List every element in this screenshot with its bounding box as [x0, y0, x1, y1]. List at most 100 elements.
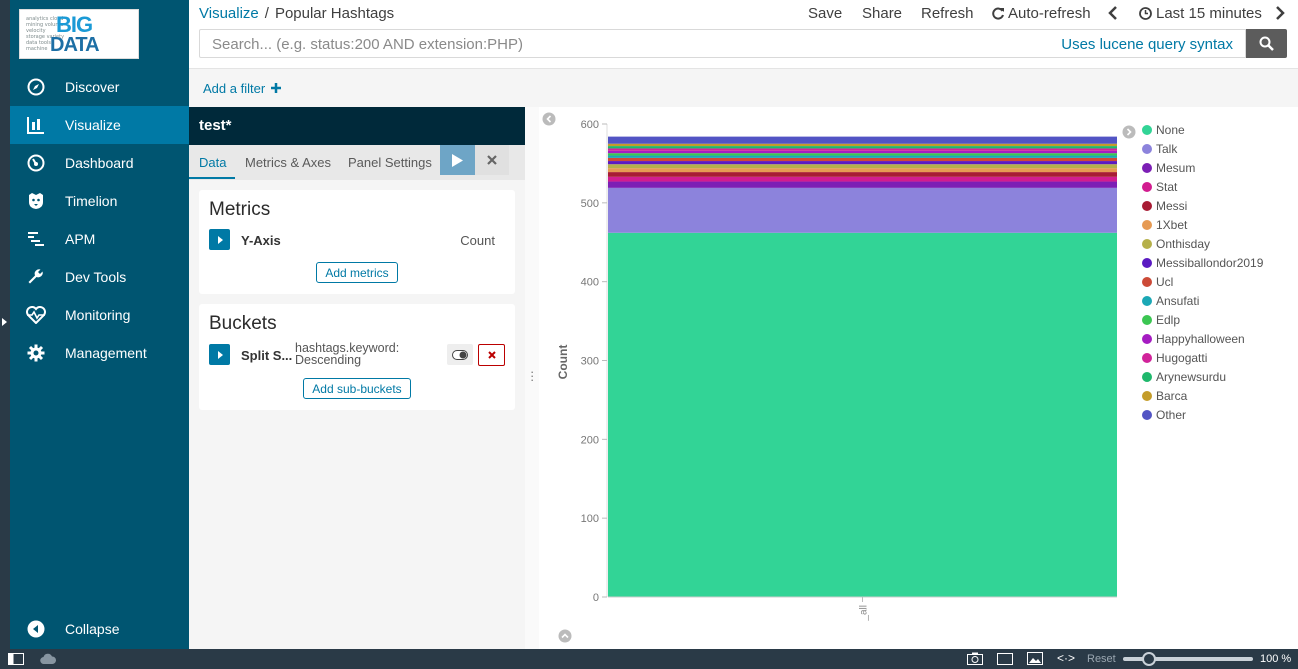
legend-item[interactable]: Onthisday — [1142, 234, 1210, 253]
legend-item[interactable]: Arynewsurdu — [1142, 367, 1226, 386]
time-prev-button[interactable] — [1108, 6, 1118, 24]
metric-agg-value: Count — [460, 233, 495, 248]
add-sub-buckets-button[interactable]: Add sub-buckets — [303, 378, 411, 399]
bar-chart-icon — [26, 115, 46, 135]
sidebar-item-dev-tools[interactable]: Dev Tools — [10, 258, 189, 296]
breadcrumb-visualize-link[interactable]: Visualize — [199, 5, 259, 22]
camera-icon[interactable] — [967, 652, 983, 668]
tab-panel-settings[interactable]: Panel Settings — [348, 155, 432, 170]
legend-dot-icon — [1142, 219, 1152, 230]
bar-segment-1xbet[interactable] — [608, 168, 1117, 173]
y-tick-label: 100 — [581, 513, 599, 525]
bar-segment-happyhalloween[interactable] — [608, 150, 1117, 154]
sidebar-item-management[interactable]: Management — [10, 334, 189, 372]
bar-segment-stat[interactable] — [608, 176, 1117, 182]
bar-segment-onthisday[interactable] — [608, 164, 1117, 169]
arrows-icon[interactable]: <·> — [1057, 651, 1075, 665]
legend-dot-icon — [1142, 295, 1152, 306]
bar-segment-talk[interactable] — [608, 187, 1117, 233]
auto-refresh-button[interactable]: Auto-refresh — [991, 5, 1091, 22]
bar-segment-ansufati[interactable] — [608, 155, 1117, 158]
tab-data[interactable]: Data — [199, 155, 226, 170]
legend-item[interactable]: Other — [1142, 405, 1186, 424]
clock-icon — [1139, 7, 1152, 20]
image-icon[interactable] — [1027, 652, 1043, 668]
sidebar-item-timelion[interactable]: Timelion — [10, 182, 189, 220]
apm-icon — [26, 229, 46, 249]
legend-item[interactable]: None — [1142, 120, 1185, 139]
bar-segment-ucl[interactable] — [608, 157, 1117, 162]
lucene-syntax-link[interactable]: Uses lucene query syntax — [1061, 36, 1233, 53]
legend-item[interactable]: Barca — [1142, 386, 1187, 405]
sidebar-item-label: Timelion — [65, 193, 118, 209]
sidebar-item-label: Dashboard — [65, 155, 134, 171]
play-icon — [452, 153, 463, 167]
left-edge-panel — [0, 0, 10, 649]
resize-handle[interactable]: · · · — [525, 107, 539, 649]
legend-item[interactable]: Hugogatti — [1142, 348, 1207, 367]
discard-changes-button[interactable] — [475, 145, 509, 175]
share-button[interactable]: Share — [862, 5, 902, 22]
refresh-button[interactable]: Refresh — [921, 5, 974, 22]
toggle-bucket-button[interactable] — [447, 344, 473, 365]
y-tick-label: 0 — [593, 592, 599, 604]
save-button[interactable]: Save — [808, 5, 842, 22]
search-input[interactable] — [212, 36, 1012, 53]
expand-arrow-icon[interactable] — [2, 318, 7, 326]
bar-segment-barca[interactable] — [608, 143, 1117, 147]
search-button[interactable] — [1246, 29, 1287, 58]
time-picker-button[interactable]: Last 15 minutes — [1139, 5, 1262, 22]
zoom-reset-button[interactable]: Reset — [1087, 653, 1116, 665]
remove-bucket-button[interactable] — [478, 344, 505, 366]
legend-item[interactable]: Messiballondor2019 — [1142, 253, 1263, 272]
collapse-editor-icon[interactable] — [542, 112, 556, 126]
legend-label: Other — [1156, 407, 1187, 422]
legend-item[interactable]: Happyhalloween — [1142, 329, 1245, 348]
bar-segment-mesum[interactable] — [608, 181, 1117, 188]
search-bar: Uses lucene query syntax — [199, 29, 1246, 58]
legend-item[interactable]: Talk — [1142, 139, 1177, 158]
sidebar-item-apm[interactable]: APM — [10, 220, 189, 258]
legend-item[interactable]: Edlp — [1142, 310, 1180, 329]
sidebar-collapse-button[interactable]: Collapse — [10, 610, 189, 648]
bar-segment-other[interactable] — [608, 136, 1117, 144]
breadcrumb: Visualize / Popular Hashtags — [199, 5, 394, 22]
bar-segment-hugogatti[interactable] — [608, 148, 1117, 151]
apply-changes-button[interactable] — [440, 145, 475, 175]
close-icon — [487, 155, 497, 165]
tab-metrics-axes[interactable]: Metrics & Axes — [245, 155, 331, 170]
screen-icon[interactable] — [997, 653, 1013, 668]
expand-bucket-button[interactable] — [209, 344, 230, 365]
zoom-slider[interactable] — [1123, 652, 1253, 669]
sidebar-item-discover[interactable]: Discover — [10, 68, 189, 106]
time-next-button[interactable] — [1275, 6, 1285, 24]
legend-item[interactable]: Mesum — [1142, 158, 1195, 177]
legend-item[interactable]: Stat — [1142, 177, 1177, 196]
add-filter-button[interactable]: Add a filter — [203, 81, 281, 96]
legend-item[interactable]: Ucl — [1142, 272, 1173, 291]
legend-item[interactable]: Ansufati — [1142, 291, 1199, 310]
cloud-icon[interactable] — [40, 653, 57, 667]
y-tick-label: 400 — [581, 277, 599, 289]
sidebar-item-monitoring[interactable]: Monitoring — [10, 296, 189, 334]
bar-segment-edlp[interactable] — [608, 153, 1117, 156]
legend-item[interactable]: Messi — [1142, 196, 1187, 215]
bar-segment-messi[interactable] — [608, 172, 1117, 177]
add-metrics-button[interactable]: Add metrics — [316, 262, 398, 283]
legend-dot-icon — [1142, 276, 1152, 287]
bar-segment-messiballondor2019[interactable] — [608, 161, 1117, 165]
sidebar-item-visualize[interactable]: Visualize — [10, 106, 189, 144]
legend-label: Hugogatti — [1156, 350, 1208, 365]
toggle-spy-panel-icon[interactable] — [558, 629, 572, 643]
sidebar-item-dashboard[interactable]: Dashboard — [10, 144, 189, 182]
logo[interactable]: analytics cloud mining volume velocity s… — [19, 9, 139, 59]
bar-segment-arynewsurdu[interactable] — [608, 146, 1117, 149]
editor-tabs: Data Metrics & Axes Panel Settings — [189, 145, 525, 180]
chevron-left-icon — [1108, 6, 1117, 20]
time-range-label: Last 15 minutes — [1156, 5, 1262, 22]
bar-segment-none[interactable] — [608, 232, 1117, 597]
window-icon[interactable] — [8, 653, 24, 668]
expand-metric-button[interactable] — [209, 229, 230, 250]
toggle-legend-icon[interactable] — [1122, 125, 1136, 139]
legend-item[interactable]: 1Xbet — [1142, 215, 1187, 234]
